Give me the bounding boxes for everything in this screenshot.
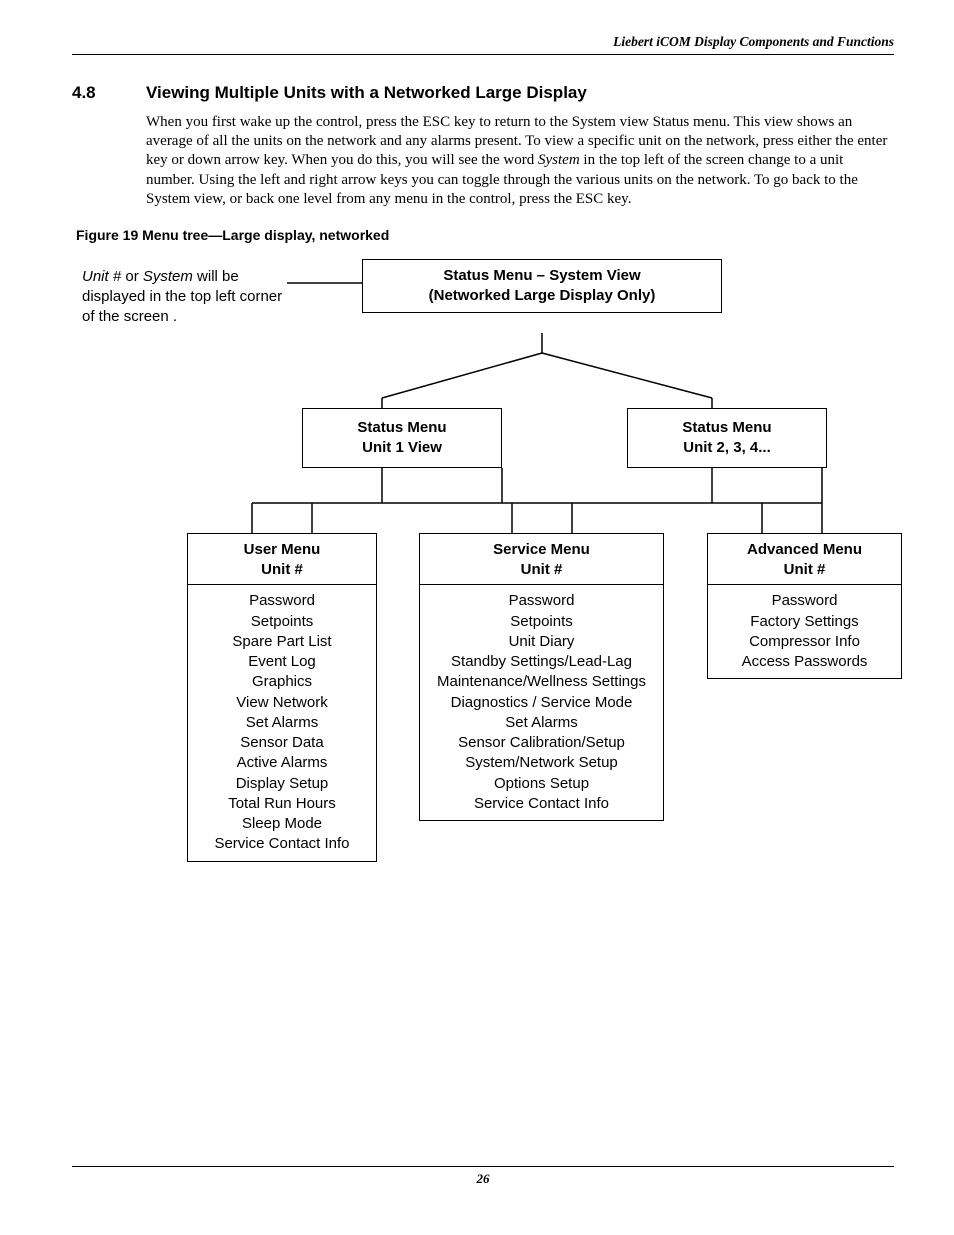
para-italic-system: System [538, 152, 580, 168]
list-item: Display Setup [196, 774, 368, 794]
page-footer: 26 [72, 1166, 894, 1187]
list-item: Password [716, 591, 893, 611]
list-item: Sleep Mode [196, 814, 368, 834]
page-number: 26 [477, 1171, 490, 1186]
advanced-menu-box: Advanced Menu Unit # PasswordFactory Set… [707, 533, 902, 680]
section-number: 4.8 [72, 83, 120, 103]
list-item: Total Run Hours [196, 794, 368, 814]
list-item: Standby Settings/Lead-Lag [428, 652, 655, 672]
list-item: Sensor Calibration/Setup [428, 733, 655, 753]
list-item: Setpoints [428, 612, 655, 632]
note-box: Unit # or System will be displayed in th… [82, 267, 287, 328]
user-menu-box: User Menu Unit # PasswordSetpointsSpare … [187, 533, 377, 862]
top-box-line1: Status Menu – System View [371, 266, 713, 286]
body-paragraph: When you first wake up the control, pres… [146, 113, 894, 209]
list-item: View Network [196, 693, 368, 713]
unit234-line1: Status Menu [636, 418, 818, 438]
figure-caption: Figure 19 Menu tree—Large display, netwo… [76, 227, 894, 243]
note-unit-italic: Unit # [82, 268, 121, 285]
user-menu-items: PasswordSetpointsSpare Part ListEvent Lo… [196, 591, 368, 854]
advanced-menu-items: PasswordFactory SettingsCompressor InfoA… [716, 591, 893, 672]
list-item: Spare Part List [196, 632, 368, 652]
list-item: Event Log [196, 652, 368, 672]
note-system-italic: System [143, 268, 193, 285]
list-item: Options Setup [428, 774, 655, 794]
list-item: Compressor Info [716, 632, 893, 652]
list-item: Password [428, 591, 655, 611]
status-menu-system-view-box: Status Menu – System View (Networked Lar… [362, 259, 722, 314]
list-item: Active Alarms [196, 753, 368, 773]
list-item: Service Contact Info [428, 794, 655, 814]
unit234-line2: Unit 2, 3, 4... [636, 438, 818, 458]
list-item: Unit Diary [428, 632, 655, 652]
status-menu-unit234-box: Status Menu Unit 2, 3, 4... [627, 408, 827, 468]
list-item: Factory Settings [716, 612, 893, 632]
user-menu-hdr2: Unit # [196, 560, 368, 580]
list-item: Access Passwords [716, 652, 893, 672]
user-menu-hdr1: User Menu [196, 540, 368, 560]
unit1-line1: Status Menu [311, 418, 493, 438]
list-item: Sensor Data [196, 733, 368, 753]
list-item: Graphics [196, 672, 368, 692]
list-item: Set Alarms [196, 713, 368, 733]
list-item: Service Contact Info [196, 834, 368, 854]
top-box-line2: (Networked Large Display Only) [371, 286, 713, 306]
advanced-menu-hdr2: Unit # [716, 560, 893, 580]
list-item: Maintenance/Wellness Settings [428, 672, 655, 692]
list-item: Setpoints [196, 612, 368, 632]
running-header: Liebert iCOM Display Components and Func… [72, 34, 894, 55]
list-item: Set Alarms [428, 713, 655, 733]
menu-tree-diagram: Unit # or System will be displayed in th… [82, 253, 902, 893]
list-item: Password [196, 591, 368, 611]
service-menu-hdr1: Service Menu [428, 540, 655, 560]
advanced-menu-hdr1: Advanced Menu [716, 540, 893, 560]
list-item: Diagnostics / Service Mode [428, 693, 655, 713]
service-menu-items: PasswordSetpointsUnit DiaryStandby Setti… [428, 591, 655, 814]
unit1-line2: Unit 1 View [311, 438, 493, 458]
note-mid: or [121, 268, 143, 285]
status-menu-unit1-box: Status Menu Unit 1 View [302, 408, 502, 468]
section-title: Viewing Multiple Units with a Networked … [146, 83, 587, 103]
service-menu-box: Service Menu Unit # PasswordSetpointsUni… [419, 533, 664, 821]
service-menu-hdr2: Unit # [428, 560, 655, 580]
list-item: System/Network Setup [428, 753, 655, 773]
